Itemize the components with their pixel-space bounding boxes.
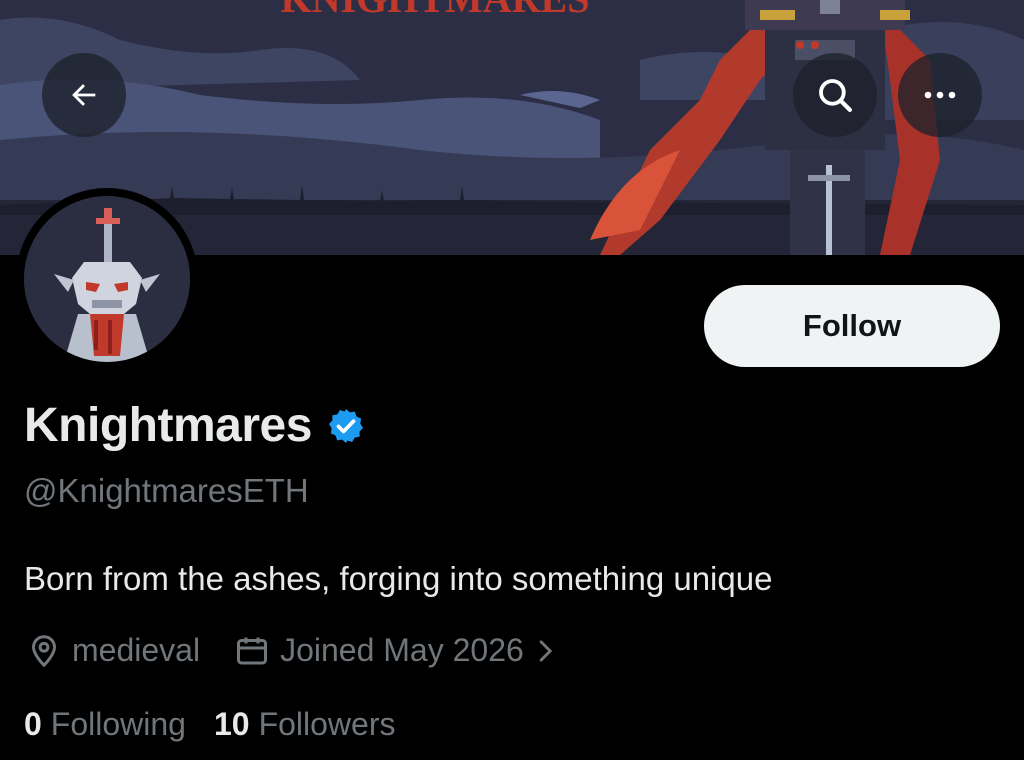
calendar-icon: [237, 637, 268, 664]
banner-title: KNIGHTMARES: [281, 0, 590, 21]
follow-stats: 0 Following 10 Followers: [24, 706, 395, 743]
follow-button[interactable]: Follow: [704, 285, 1000, 367]
profile-bio: Born from the ashes, forging into someth…: [24, 560, 773, 597]
avatar[interactable]: [16, 188, 198, 370]
more-button[interactable]: [898, 53, 982, 137]
following-count: 0: [24, 706, 42, 742]
back-button[interactable]: [42, 53, 126, 137]
skull-knight-avatar-icon: [24, 196, 190, 362]
profile-meta: medieval Joined May 2026: [26, 632, 556, 669]
followers-count: 10: [213, 706, 250, 742]
display-name: Knightmares: [24, 399, 312, 452]
chevron-right-icon: [539, 639, 553, 662]
location-item: medieval: [26, 632, 200, 669]
verified-badge-icon[interactable]: [326, 406, 366, 446]
profile-handle: @KnightmaresETH: [24, 472, 309, 509]
location-text: medieval: [72, 632, 201, 668]
profile-name-row: Knightmares: [24, 398, 366, 453]
followers-link[interactable]: 10 Followers: [214, 706, 396, 743]
joined-item[interactable]: Joined May 2026: [234, 632, 556, 669]
arrow-left-icon: [72, 84, 96, 106]
joined-text: Joined May 2026: [280, 632, 524, 668]
avatar-image: [24, 196, 190, 362]
followers-label: Followers: [258, 706, 396, 742]
location-pin-icon: [31, 634, 57, 667]
search-icon: [819, 79, 852, 112]
search-button[interactable]: [793, 53, 877, 137]
more-horizontal-icon: [924, 91, 956, 99]
following-label: Following: [50, 706, 186, 742]
following-link[interactable]: 0 Following: [24, 706, 186, 743]
